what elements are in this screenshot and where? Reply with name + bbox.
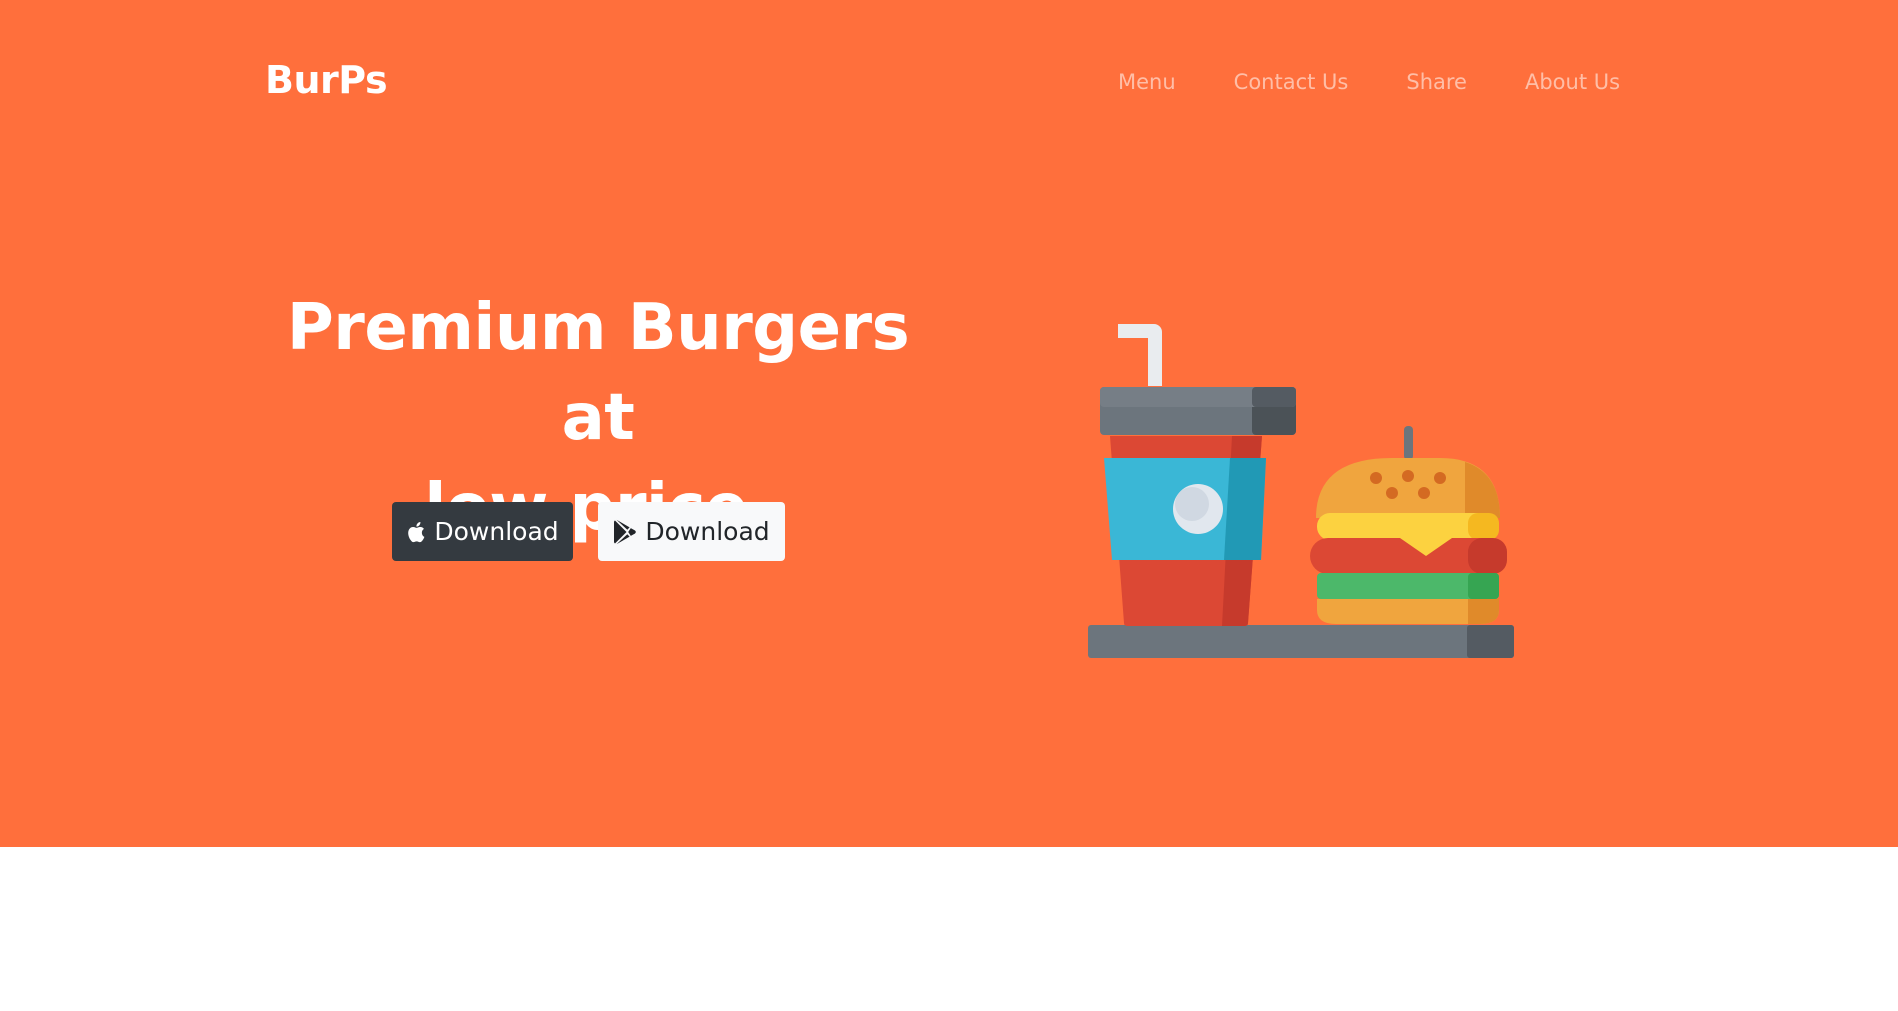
nav-links: Menu Contact Us Share About Us [1118, 70, 1620, 94]
navbar: BurPs Menu Contact Us Share About Us [0, 0, 1898, 170]
tray [1088, 625, 1514, 658]
google-play-icon [613, 519, 637, 545]
app-store-download-button[interactable]: Download [392, 502, 573, 561]
drink-and-burger-illustration [1088, 324, 1514, 658]
drink-cup-icon [1100, 324, 1296, 626]
apple-icon [406, 521, 426, 543]
google-play-download-label: Download [645, 517, 770, 546]
nav-link-contact-us[interactable]: Contact Us [1234, 70, 1349, 94]
brand-logo[interactable]: BurPs [265, 58, 388, 102]
app-store-download-label: Download [434, 517, 559, 546]
nav-link-share[interactable]: Share [1406, 70, 1467, 94]
hero-section: BurPs Menu Contact Us Share About Us Pre… [0, 0, 1898, 847]
google-play-download-button[interactable]: Download [598, 502, 785, 561]
nav-link-about-us[interactable]: About Us [1525, 70, 1620, 94]
hero-headline-line1: Premium Burgers at [286, 291, 910, 455]
tray-shade [1467, 625, 1514, 658]
nav-link-menu[interactable]: Menu [1118, 70, 1176, 94]
burger-icon [1310, 426, 1507, 624]
